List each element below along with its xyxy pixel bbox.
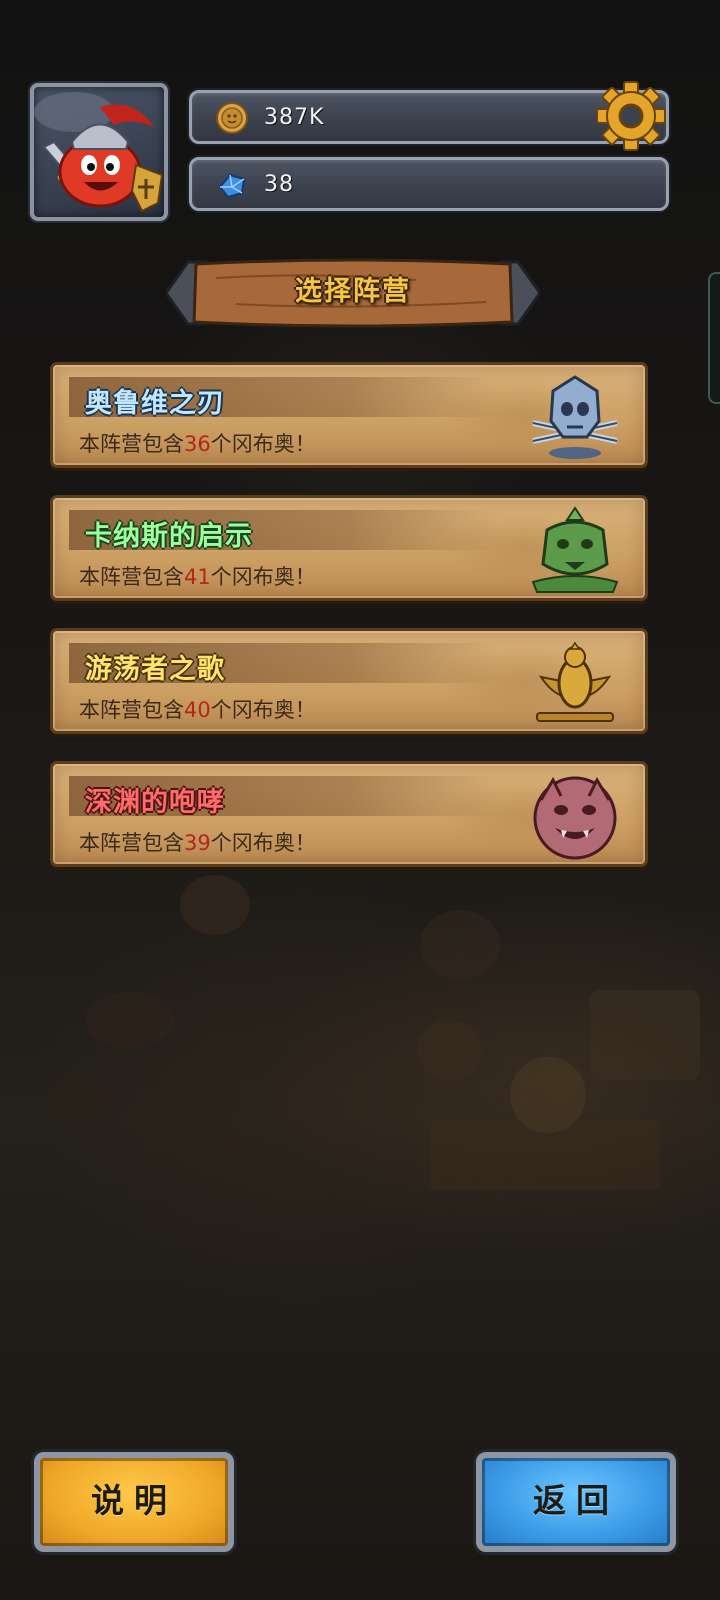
faction-desc: 本阵营包含36个冈布奥！ bbox=[79, 432, 316, 456]
faction-name: 深渊的咆哮 bbox=[85, 787, 225, 818]
demon-face-emblem-icon bbox=[533, 776, 617, 860]
faction-count: 40 bbox=[184, 698, 211, 722]
faction-card-oruvi[interactable]: 奥鲁维之刃 本阵营包含36个冈布奥！ bbox=[50, 362, 648, 468]
faction-desc: 本阵营包含40个冈布奥！ bbox=[79, 698, 316, 722]
faction-count: 41 bbox=[184, 565, 211, 589]
page-title: 选择阵营 bbox=[295, 276, 411, 307]
player-avatar[interactable] bbox=[30, 83, 168, 221]
gear-icon[interactable] bbox=[595, 80, 667, 152]
gems-bar: 38 bbox=[189, 157, 669, 211]
faction-count: 39 bbox=[184, 831, 211, 855]
coin-icon bbox=[216, 102, 248, 134]
faction-name: 奥鲁维之刃 bbox=[85, 388, 225, 419]
side-pull-tab[interactable] bbox=[708, 272, 720, 404]
title-plank: 选择阵营 bbox=[166, 254, 540, 332]
crystal-icon bbox=[218, 173, 246, 199]
faction-name: 卡纳斯的启示 bbox=[85, 521, 253, 552]
help-button[interactable]: 说明 bbox=[34, 1452, 234, 1552]
golden-bird-emblem-icon bbox=[536, 641, 614, 722]
faction-desc: 本阵营包含39个冈布奥！ bbox=[79, 831, 316, 855]
faction-desc: 本阵营包含41个冈布奥！ bbox=[79, 565, 316, 589]
red-knight-avatar-icon bbox=[34, 92, 164, 213]
faction-count: 36 bbox=[184, 432, 211, 456]
green-beast-emblem-icon bbox=[531, 506, 619, 593]
back-button[interactable]: 返回 bbox=[476, 1452, 676, 1552]
faction-name: 游荡者之歌 bbox=[85, 654, 225, 685]
faction-card-kanas[interactable]: 卡纳斯的启示 本阵营包含41个冈布奥！ bbox=[50, 495, 648, 601]
gold-amount: 387K bbox=[264, 105, 325, 130]
gems-amount: 38 bbox=[264, 172, 294, 197]
faction-card-abyss[interactable]: 深渊的咆哮 本阵营包含39个冈布奥！ bbox=[50, 761, 648, 867]
skull-crossed-swords-emblem-icon bbox=[532, 375, 618, 459]
faction-card-wanderer[interactable]: 游荡者之歌 本阵营包含40个冈布奥！ bbox=[50, 628, 648, 734]
